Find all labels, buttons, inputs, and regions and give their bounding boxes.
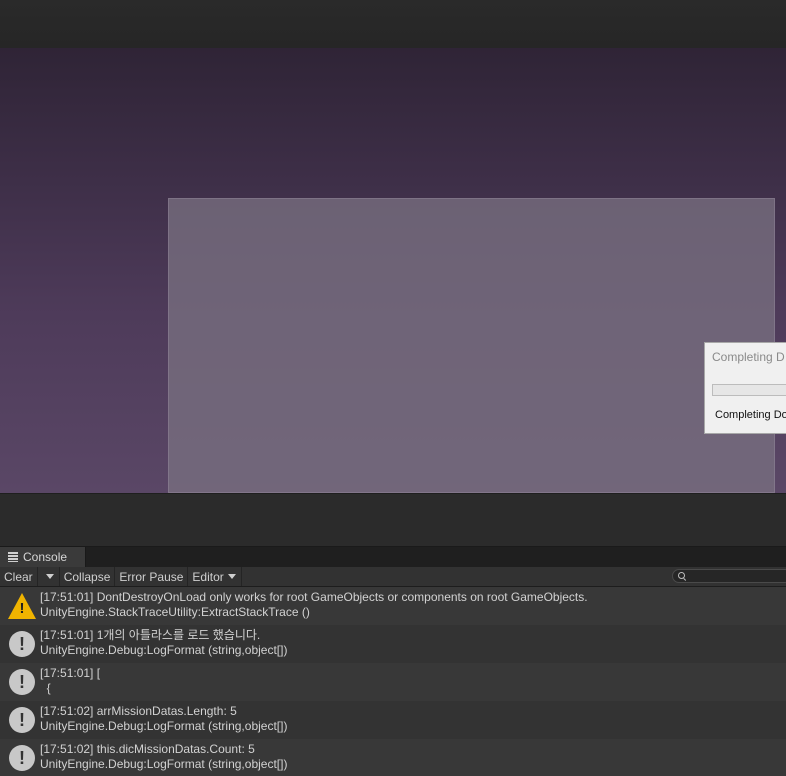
progress-dialog: Completing D Completing Dor (704, 342, 786, 434)
clear-options-dropdown[interactable] (38, 567, 60, 586)
info-icon: ! (8, 668, 36, 696)
dialog-title: Completing D (712, 350, 785, 364)
log-entry[interactable]: ! [17:51:01] 1개의 아틀라스를 로드 했습니다. UnityEng… (0, 625, 786, 663)
collapse-toggle[interactable]: Collapse (60, 567, 116, 586)
console-log-list[interactable]: ! [17:51:01] DontDestroyOnLoad only work… (0, 587, 786, 776)
search-input[interactable] (672, 569, 786, 583)
log-entry[interactable]: ! [17:51:01] DontDestroyOnLoad only work… (0, 587, 786, 625)
log-entry[interactable]: ! [17:51:01] [ { (0, 663, 786, 701)
dialog-message: Completing Dor (715, 409, 786, 421)
scene-top-bar (0, 0, 786, 49)
log-stacktrace: { (40, 681, 51, 695)
info-icon: ! (8, 706, 36, 734)
search-icon (678, 572, 685, 579)
log-message: [17:51:02] this.dicMissionDatas.Count: 5 (40, 742, 255, 756)
log-message: [17:51:01] 1개의 아틀라스를 로드 했습니다. (40, 628, 261, 642)
info-icon: ! (8, 744, 36, 772)
clear-button[interactable]: Clear (0, 567, 38, 586)
game-view[interactable] (0, 48, 786, 493)
log-stacktrace: UnityEngine.Debug:LogFormat (string,obje… (40, 643, 288, 657)
log-message: [17:51:01] DontDestroyOnLoad only works … (40, 590, 588, 604)
log-entry[interactable]: ! [17:51:02] arrMissionDatas.Length: 5 U… (0, 701, 786, 739)
log-entry[interactable]: ! [17:51:02] this.dicMissionDatas.Count:… (0, 739, 786, 776)
collapse-toggle-label: Collapse (63, 569, 111, 584)
console-tab-bar: Console (0, 547, 786, 567)
editor-dropdown-label: Editor (192, 569, 224, 584)
chevron-down-icon (45, 574, 54, 579)
ui-panel-preview (168, 198, 775, 493)
warning-icon: ! (8, 592, 36, 620)
game-view-bottom-bar (0, 493, 786, 548)
clear-button-label: Clear (4, 569, 33, 584)
log-stacktrace: UnityEngine.Debug:LogFormat (string,obje… (40, 757, 288, 771)
chevron-down-icon (227, 574, 236, 579)
info-icon: ! (8, 630, 36, 658)
log-message: [17:51:01] [ (40, 666, 101, 680)
log-stacktrace: UnityEngine.StackTraceUtility:ExtractSta… (40, 605, 310, 619)
log-message: [17:51:02] arrMissionDatas.Length: 5 (40, 704, 237, 718)
editor-dropdown[interactable]: Editor (188, 567, 242, 586)
error-pause-toggle-label: Error Pause (119, 569, 184, 584)
tab-console-label: Console (23, 550, 68, 564)
error-pause-toggle[interactable]: Error Pause (115, 567, 189, 586)
dialog-progress-bar (712, 384, 786, 396)
tab-console[interactable]: Console (0, 547, 86, 567)
console-icon (8, 552, 18, 562)
log-stacktrace: UnityEngine.Debug:LogFormat (string,obje… (40, 719, 288, 733)
console-toolbar: Clear Collapse Error Pause Editor (0, 567, 786, 587)
